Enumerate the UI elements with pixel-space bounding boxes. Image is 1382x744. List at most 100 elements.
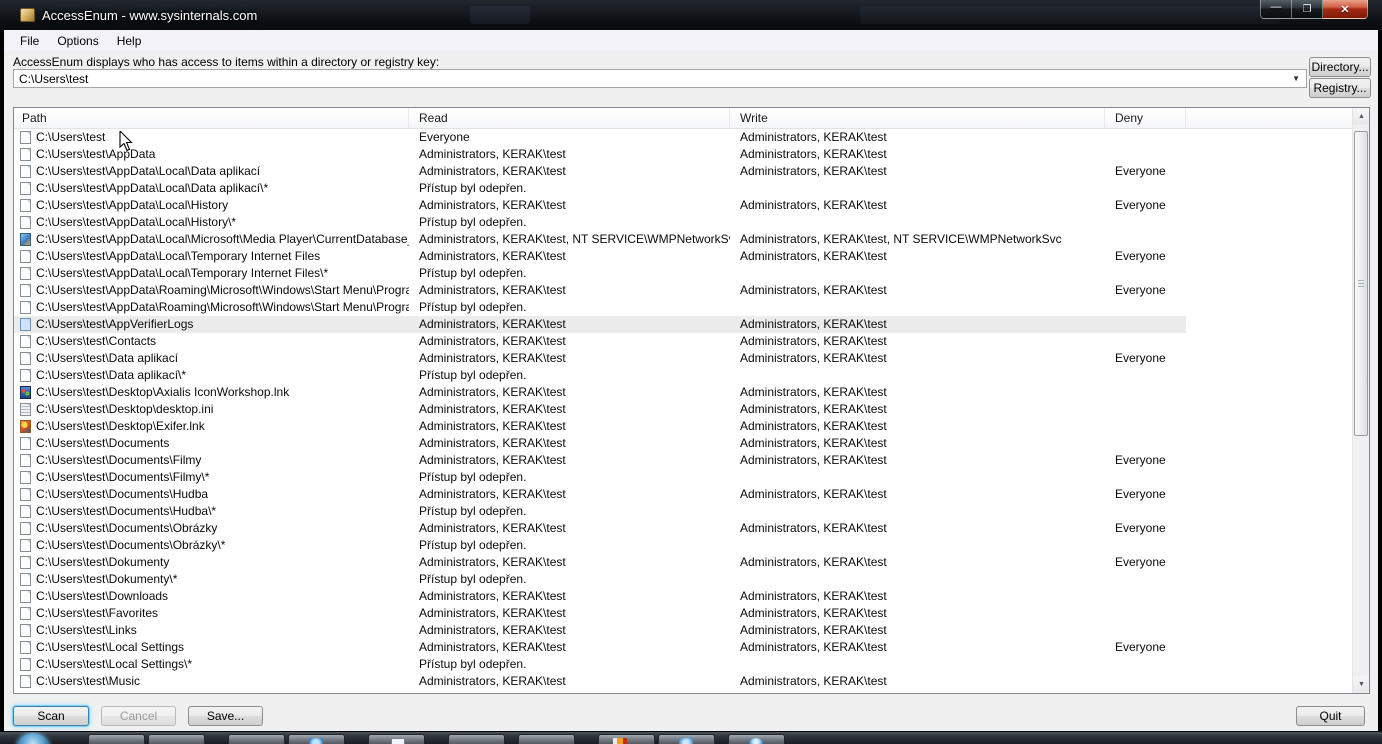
column-header-write[interactable]: Write [730,108,1105,129]
cell-read: Přístup byl odepřen. [419,572,527,586]
scrollbar-thumb[interactable] [1354,131,1368,436]
table-row[interactable]: C:\Users\test\Favorites Administrators, K… [14,605,1186,622]
table-row[interactable]: C:\Users\test\AppData\Local\Temporary In… [14,248,1186,265]
start-button[interactable] [16,733,50,744]
cell-path: C:\Users\test\Downloads [36,589,169,603]
table-row[interactable]: C:\Users\test\Desktop\Axialis IconWorksh… [14,384,1186,401]
column-header-read[interactable]: Read [409,108,730,129]
table-row[interactable]: C:\Users\test\Documents\Obrázky Administr… [14,520,1186,537]
table-row[interactable]: C:\Users\test\Dokumenty\* Přístup byl ode… [14,571,1186,588]
taskbar-button[interactable] [448,734,505,744]
table-row[interactable]: C:\Users\test\Links Administrators, KERAK… [14,622,1186,639]
cell-read: Administrators, KERAK\test [419,555,566,569]
table-row[interactable]: C:\Users\test\Documents\Filmy Administrat… [14,452,1186,469]
table-row[interactable]: C:\Users\test\AppData\Local\History\* Pří… [14,214,1186,231]
table-row[interactable]: C:\Users\test Everyone Administrators, KER… [14,129,1186,146]
table-row[interactable]: C:\Users\test\AppData\Roaming\Microsoft\… [14,282,1186,299]
table-row[interactable]: C:\Users\test\Documents Administrators, K… [14,435,1186,452]
table-row[interactable]: C:\Users\test\Data aplikací Administrator… [14,350,1186,367]
exifer-shortcut-icon [20,420,31,433]
file-list: C:\Users\test Everyone Administrators, KER… [14,129,1352,693]
scroll-down-icon[interactable]: ▼ [1353,676,1369,693]
directory-button[interactable]: Directory... [1309,57,1371,77]
document-icon [20,182,31,195]
cell-read: Administrators, KERAK\test [419,147,566,161]
permissions-listview: Path Read Write Deny C:\Users\test Everyone A… [13,107,1370,694]
cell-deny: Everyone [1115,283,1166,297]
table-row[interactable]: C:\Users\test\AppData\Local\History Admin… [14,197,1186,214]
media-player-icon [20,233,31,246]
taskbar-button[interactable] [728,734,785,744]
vertical-scrollbar[interactable]: ▲ ▼ [1352,108,1369,693]
restore-button[interactable]: ❐ [1292,0,1323,19]
table-row[interactable]: C:\Users\test\AppData\Local\Temporary In… [14,265,1186,282]
dropdown-arrow-icon[interactable]: ▼ [1292,74,1300,83]
table-row[interactable]: C:\Users\test\Local Settings Administrato… [14,639,1186,656]
document-icon [20,335,31,348]
column-header-deny[interactable]: Deny [1105,108,1186,129]
menubar: File Options Help [4,30,1378,51]
taskbar-button[interactable] [518,734,575,744]
cell-write: Administrators, KERAK\test [740,385,887,399]
table-row[interactable]: C:\Users\test\Local Settings\* Přístup by… [14,656,1186,673]
table-row[interactable]: C:\Users\test\Music Administrators, KERAK… [14,673,1186,690]
table-row[interactable]: C:\Users\test\Documents\Hudba\* Přístup b… [14,503,1186,520]
cell-path: C:\Users\test\AppData\Local\Microsoft\Me… [36,232,409,246]
document-icon [20,573,31,586]
table-row[interactable]: C:\Users\test\Desktop\Exifer.lnk Administ… [14,418,1186,435]
cell-write: Administrators, KERAK\test [740,674,887,688]
taskbar-button[interactable] [598,734,655,744]
table-row[interactable]: C:\Users\test\AppData\Local\Microsoft\Me… [14,231,1186,248]
document-icon [20,148,31,161]
table-row[interactable]: C:\Users\test\Documents\Obrázky\* Přístup… [14,537,1186,554]
table-row[interactable]: C:\Users\test\Desktop\desktop.ini Adminis… [14,401,1186,418]
cell-write: Administrators, KERAK\test [740,521,887,535]
cell-write: Administrators, KERAK\test [740,249,887,263]
close-button[interactable]: ✕ [1323,0,1368,19]
taskbar-button[interactable] [658,734,715,744]
table-row[interactable]: C:\Users\test\Dokumenty Administrators, K… [14,554,1186,571]
document-icon [20,352,31,365]
column-header-path[interactable]: Path [14,108,409,129]
document-icon [20,658,31,671]
taskbar-button[interactable] [288,734,345,744]
cell-read: Administrators, KERAK\test [419,674,566,688]
cell-path: C:\Users\test\Desktop\Exifer.lnk [36,419,205,433]
taskbar-button[interactable] [148,734,205,744]
screen: { "window": { "title": "AccessEnum - www… [0,0,1382,744]
menu-help[interactable]: Help [108,32,151,50]
taskbar-button[interactable] [368,734,425,744]
table-row[interactable]: C:\Users\test\AppData Administrators, KER… [14,146,1186,163]
registry-button[interactable]: Registry... [1309,78,1371,98]
table-row[interactable]: C:\Users\test\Documents\Filmy\* Přístup b… [14,469,1186,486]
cell-deny: Everyone [1115,164,1166,178]
scroll-up-icon[interactable]: ▲ [1353,108,1369,125]
table-row[interactable]: C:\Users\test\Data aplikací\* Přístup byl… [14,367,1186,384]
table-row[interactable]: C:\Users\test\AppData\Roaming\Microsoft\… [14,299,1186,316]
cell-path: C:\Users\test\AppData\Local\Data aplikac… [36,164,261,178]
cell-write: Administrators, KERAK\test [740,589,887,603]
minimize-button[interactable]: — [1260,0,1292,19]
menu-file[interactable]: File [11,32,48,50]
window-controls: — ❐ ✕ [1260,0,1368,19]
path-combobox[interactable]: C:\Users\test ▼ [13,69,1307,88]
cancel-button[interactable]: Cancel [101,706,176,726]
table-row[interactable]: C:\Users\test\AppVerifierLogs Administrat… [14,316,1186,333]
table-row[interactable]: C:\Users\test\AppData\Local\Data aplikac… [14,180,1186,197]
titlebar[interactable]: AccessEnum - www.sysinternals.com — ❐ ✕ [0,0,1382,30]
quit-button[interactable]: Quit [1296,706,1365,726]
cell-write: Administrators, KERAK\test [740,623,887,637]
taskbar-button[interactable] [88,734,145,744]
table-row[interactable]: C:\Users\test\AppData\Local\Data aplikac… [14,163,1186,180]
scan-button[interactable]: Scan [13,706,89,726]
table-row[interactable]: C:\Users\test\Documents\Hudba Administrat… [14,486,1186,503]
table-row[interactable]: C:\Users\test\Downloads Administrators, K… [14,588,1186,605]
save-button[interactable]: Save... [188,706,263,726]
table-row[interactable]: C:\Users\test\Contacts Administrators, KE… [14,333,1186,350]
list-header: Path Read Write Deny [14,108,1352,129]
cell-read: Administrators, KERAK\test [419,521,566,535]
menu-options[interactable]: Options [48,32,107,50]
cell-read: Administrators, KERAK\test [419,334,566,348]
cell-path: C:\Users\test\Documents\Hudba\* [36,504,217,518]
taskbar-button[interactable] [228,734,285,744]
